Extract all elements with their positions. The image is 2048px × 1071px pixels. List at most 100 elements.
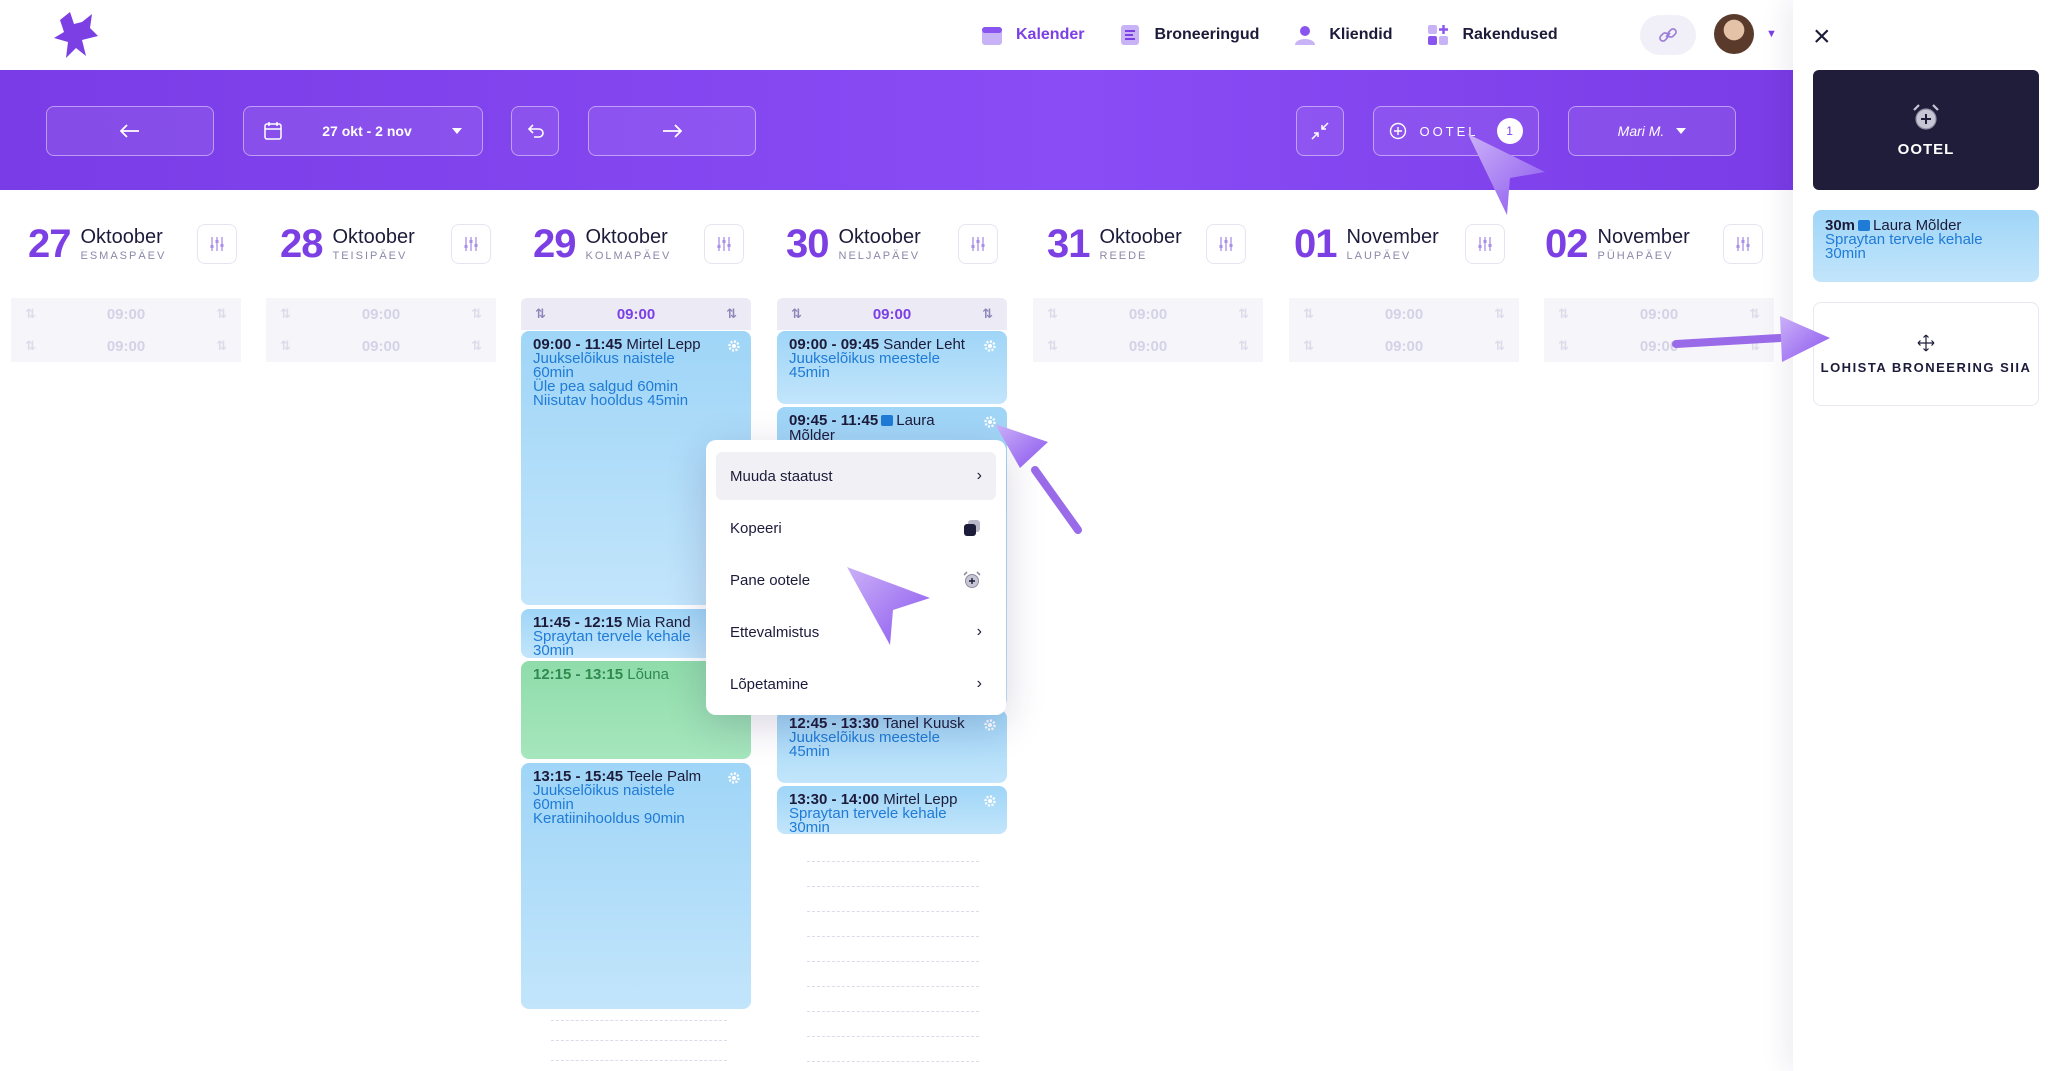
message-icon — [1858, 220, 1871, 231]
time-slot[interactable]: ⇅ 09:00 ⇅ — [1033, 298, 1263, 330]
drop-zone-label: LOHISTA BRONEERING SIIA — [1820, 359, 2032, 375]
next-week-button[interactable] — [588, 106, 756, 156]
time-slot[interactable]: ⇅ 09:00 ⇅ — [1289, 298, 1519, 330]
day-header: 02 November PÜHAPÄEV — [1545, 222, 1690, 266]
time-slot[interactable]: ⇅ 09:00 ⇅ — [11, 330, 241, 362]
booking-service: 45min — [789, 364, 830, 381]
day-settings-button[interactable] — [958, 224, 998, 264]
time-slot[interactable]: ⇅ 09:00 ⇅ — [11, 298, 241, 330]
nav-broneeringud[interactable]: Broneeringud — [1118, 23, 1259, 47]
waitlist-panel: × OOTEL 30m Laura Mõlder Spraytan tervele… — [1793, 0, 2048, 1071]
sliders-icon — [1736, 237, 1750, 251]
day-header: 29 Oktoober KOLMAPÄEV — [533, 222, 671, 266]
alarm-clock-icon — [963, 571, 981, 588]
caret-down-icon[interactable]: ▼ — [1766, 28, 1777, 40]
fox-logo-icon[interactable] — [52, 10, 100, 60]
menu-item-finishing[interactable]: Lõpetamine › — [716, 660, 996, 708]
empty-slot-line — [807, 961, 979, 962]
gear-icon[interactable] — [983, 718, 997, 732]
date-range-select[interactable]: 27 okt - 2 nov — [243, 106, 483, 156]
empty-slot-line — [807, 986, 979, 987]
day-settings-button[interactable] — [1206, 224, 1246, 264]
day-column-slots: ⇅ 09:00 ⇅ ⇅ 09:00 ⇅ — [1544, 298, 1774, 362]
time-slot[interactable]: ⇅ 09:00 ⇅ — [1033, 330, 1263, 362]
users-icon — [1295, 26, 1316, 45]
time-slot[interactable]: ⇅ 09:00 ⇅ — [777, 298, 1007, 330]
prev-week-button[interactable] — [46, 106, 214, 156]
gear-icon[interactable] — [983, 794, 997, 808]
copy-icon — [964, 520, 980, 536]
date-range-label: 27 okt - 2 nov — [322, 123, 412, 139]
booking-service: Keratiinihooldus 90min — [533, 810, 685, 827]
day-settings-button[interactable] — [1465, 224, 1505, 264]
share-link-button[interactable] — [1640, 15, 1696, 55]
booking-card[interactable]: 12:45 - 13:30 Tanel Kuusk Juukselõikus m… — [777, 710, 1007, 783]
empty-slot-line — [807, 861, 979, 862]
day-month: Oktoober — [332, 225, 415, 248]
nav-label: Kalender — [1016, 26, 1085, 43]
time-slot[interactable]: ⇅ 09:00 ⇅ — [1544, 330, 1774, 362]
empty-slot-line — [807, 1011, 979, 1012]
move-icon — [1917, 334, 1935, 351]
gear-icon[interactable] — [727, 771, 741, 785]
waiting-booking-card[interactable]: 30m Laura Mõlder Spraytan tervele kehale … — [1813, 210, 2039, 282]
day-header: 01 November LAUPÄEV — [1294, 222, 1439, 266]
menu-item-preparation[interactable]: Ettevalmistus › — [716, 608, 996, 656]
message-icon — [881, 415, 894, 426]
day-number: 02 — [1545, 222, 1588, 266]
user-avatar[interactable] — [1714, 14, 1754, 54]
day-month: Oktoober — [80, 225, 163, 248]
nav-rakendused[interactable]: Rakendused — [1426, 23, 1558, 47]
day-month: Oktoober — [1099, 225, 1182, 248]
day-weekday: REEDE — [1099, 249, 1148, 262]
menu-item-copy[interactable]: Kopeeri — [716, 504, 996, 552]
ootel-count-badge: 1 — [1496, 118, 1523, 144]
day-header: 30 Oktoober NELJAPÄEV — [786, 222, 921, 266]
nav-kalender[interactable]: Kalender — [980, 23, 1084, 47]
day-column-slots: ⇅ 09:00 ⇅ ⇅ 09:00 ⇅ — [1033, 298, 1263, 362]
day-settings-button[interactable] — [704, 224, 744, 264]
day-header: 31 Oktoober REEDE — [1047, 222, 1182, 266]
time-slot[interactable]: ⇅ 09:00 ⇅ — [521, 298, 751, 330]
nav-kliendid[interactable]: Kliendid — [1293, 23, 1392, 47]
booking-card[interactable]: 13:15 - 15:45 Teele Palm Juukselõikus na… — [521, 763, 751, 1009]
ootel-header-card: OOTEL — [1813, 70, 2039, 190]
sliders-icon — [210, 237, 224, 251]
day-weekday: NELJAPÄEV — [838, 249, 921, 262]
gear-icon[interactable] — [983, 339, 997, 353]
menu-item-change-status[interactable]: Muuda staatust › — [716, 452, 996, 500]
time-slot[interactable]: ⇅ 09:00 ⇅ — [266, 330, 496, 362]
booking-service: 30min — [789, 819, 830, 834]
today-button[interactable] — [511, 106, 559, 156]
main-menu: Kalender Broneeringud Kliendid Rakenduse… — [980, 20, 1558, 50]
ootel-title: OOTEL — [1897, 140, 1955, 158]
calendar-icon — [264, 122, 282, 140]
collapse-view-button[interactable] — [1296, 106, 1344, 156]
gear-icon[interactable] — [983, 415, 997, 429]
time-slot[interactable]: ⇅ 09:00 ⇅ — [1289, 330, 1519, 362]
time-slot[interactable]: ⇅ 09:00 ⇅ — [266, 298, 496, 330]
collapse-icon — [1311, 122, 1329, 140]
employee-select[interactable]: Mari M. — [1568, 106, 1736, 156]
chevron-right-icon: › — [976, 623, 982, 640]
sliders-icon — [717, 237, 731, 251]
day-settings-button[interactable] — [197, 224, 237, 264]
booking-card[interactable]: 13:30 - 14:00 Mirtel Lepp Spraytan terve… — [777, 786, 1007, 834]
day-settings-button[interactable] — [1723, 224, 1763, 264]
time-slot[interactable]: ⇅ 09:00 ⇅ — [1544, 298, 1774, 330]
chevron-right-icon: › — [976, 675, 982, 692]
day-header: 27 Oktoober ESMASPÄEV — [28, 222, 166, 266]
empty-slot-line — [551, 1020, 727, 1021]
ootel-waitlist-button[interactable]: OOTEL 1 — [1373, 106, 1539, 156]
close-icon[interactable]: × — [1813, 22, 1843, 52]
menu-item-put-on-hold[interactable]: Pane ootele — [716, 556, 996, 604]
day-settings-button[interactable] — [451, 224, 491, 264]
sliders-icon — [971, 237, 985, 251]
gear-icon[interactable] — [727, 339, 741, 353]
day-weekday: TEISIPÄEV — [332, 249, 408, 262]
booking-service: 45min — [789, 743, 830, 760]
empty-slot-line — [807, 936, 979, 937]
booking-drop-zone[interactable]: LOHISTA BRONEERING SIIA — [1813, 302, 2039, 406]
booking-card[interactable]: 09:00 - 09:45 Sander Leht Juukselõikus m… — [777, 331, 1007, 404]
day-number: 31 — [1047, 222, 1090, 266]
